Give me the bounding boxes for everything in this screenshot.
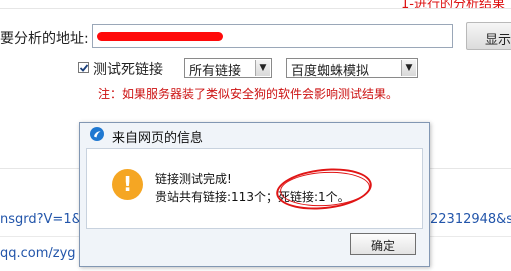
top-partial-text: 1-进行的分析结果	[401, 0, 505, 8]
top-divider	[0, 8, 511, 9]
top-partial-bar: 1-进行的分析结果	[0, 0, 511, 8]
address-label: 要分析的地址:	[0, 31, 89, 47]
deadlink-checkbox[interactable]	[78, 62, 89, 73]
exclamation-warning-icon: !	[112, 169, 143, 200]
background-link-2[interactable]: qq.com/zyg	[0, 246, 76, 261]
checkmark-icon	[79, 64, 89, 72]
ok-button[interactable]: 确定	[350, 233, 416, 255]
deadlink-label: 测试死链接	[93, 62, 163, 78]
browser-globe-icon	[90, 127, 104, 141]
dialog-titlebar[interactable]: 来自网页的信息	[80, 123, 429, 146]
dropdown-arrow-icon: ▼	[255, 60, 270, 76]
dropdown-arrow-icon: ▼	[401, 60, 416, 76]
address-row: 要分析的地址: 显示	[0, 22, 511, 52]
spider-select[interactable]: 百度蜘蛛模拟 ▼	[286, 58, 418, 79]
address-input[interactable]	[92, 24, 453, 48]
alert-dialog: 来自网页的信息 ! 链接测试完成! 贵站共有链接:113个；死链接:1个。 确定	[79, 122, 430, 267]
background-link-1-right[interactable]: 22312948&si	[430, 212, 511, 227]
dialog-title: 来自网页的信息	[112, 131, 204, 146]
dialog-message-line-1: 链接测试完成!	[155, 172, 232, 186]
redaction-mark	[97, 32, 223, 41]
warning-note: 注：如果服务器装了类似安全狗的软件会影响测试结果。	[98, 87, 399, 101]
options-row: 测试死链接 所有链接 ▼ 百度蜘蛛模拟 ▼	[0, 56, 511, 80]
link-filter-select[interactable]: 所有链接 ▼	[184, 58, 272, 79]
link-filter-value: 所有链接	[189, 64, 242, 79]
spider-value: 百度蜘蛛模拟	[291, 64, 370, 79]
dialog-body: ! 链接测试完成! 贵站共有链接:113个；死链接:1个。	[86, 148, 423, 229]
show-button[interactable]: 显示	[466, 22, 511, 50]
